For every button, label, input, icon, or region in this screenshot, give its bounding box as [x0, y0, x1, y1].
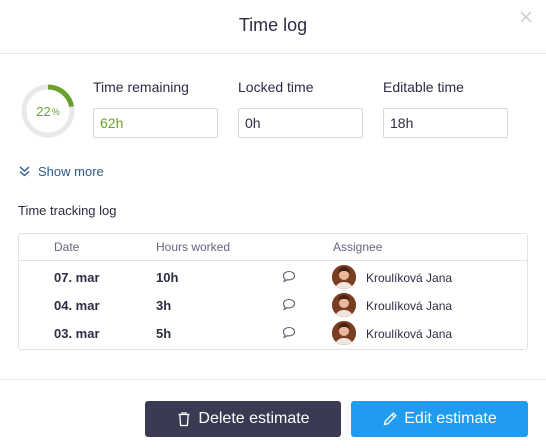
- table-row: 04. mar 3h Kroulíková Jana: [19, 291, 527, 319]
- double-chevron-down-icon: [19, 165, 30, 176]
- avatar: [332, 321, 356, 345]
- editable-time-input[interactable]: [383, 108, 508, 138]
- avatar: [332, 265, 356, 289]
- locked-time-label: Locked time: [238, 79, 314, 95]
- edit-estimate-button[interactable]: Edit estimate: [351, 401, 528, 437]
- row-hours: 5h: [156, 326, 172, 341]
- avatar: [332, 293, 356, 317]
- editable-time-label: Editable time: [383, 79, 464, 95]
- log-section-title: Time tracking log: [18, 203, 117, 218]
- comment-icon[interactable]: [282, 298, 296, 311]
- row-hours: 3h: [156, 298, 172, 313]
- column-assignee: Assignee: [333, 240, 383, 254]
- row-assignee: Kroulíková Jana: [366, 271, 453, 285]
- show-more-label: Show more: [38, 163, 104, 179]
- time-log-dialog: Time log 22% Time remaining Locked time …: [0, 0, 546, 448]
- comment-icon[interactable]: [282, 326, 296, 339]
- progress-percentage: 22%: [20, 83, 76, 139]
- table-row: 07. mar 10h Kroulíková Jana: [19, 263, 527, 291]
- progress-unit: %: [51, 107, 60, 117]
- delete-estimate-button[interactable]: Delete estimate: [145, 401, 341, 437]
- locked-time-input[interactable]: [238, 108, 363, 138]
- pencil-icon: [383, 412, 398, 426]
- delete-estimate-label: Delete estimate: [198, 410, 310, 427]
- row-assignee: Kroulíková Jana: [366, 327, 453, 341]
- column-hours: Hours worked: [156, 240, 231, 254]
- show-more-link[interactable]: Show more: [18, 162, 104, 180]
- row-date: 07. mar: [54, 270, 100, 285]
- comment-icon[interactable]: [282, 270, 296, 283]
- progress-value: 22: [36, 103, 51, 119]
- table-header: Date Hours worked Assignee: [19, 234, 527, 261]
- edit-estimate-label: Edit estimate: [404, 410, 497, 427]
- column-date: Date: [54, 240, 80, 254]
- trash-icon: [178, 412, 190, 427]
- dialog-title: Time log: [238, 15, 308, 35]
- dialog-header: Time log: [0, 0, 546, 54]
- time-log-table: Date Hours worked Assignee 07. mar 10h K…: [18, 233, 528, 350]
- close-icon[interactable]: [518, 9, 534, 25]
- footer-divider: [0, 379, 546, 380]
- time-remaining-label: Time remaining: [93, 79, 189, 95]
- row-assignee: Kroulíková Jana: [366, 299, 453, 313]
- table-row: 03. mar 5h Kroulíková Jana: [19, 319, 527, 347]
- row-date: 04. mar: [54, 298, 100, 313]
- row-date: 03. mar: [54, 326, 100, 341]
- time-remaining-input[interactable]: [93, 108, 218, 138]
- row-hours: 10h: [156, 270, 179, 285]
